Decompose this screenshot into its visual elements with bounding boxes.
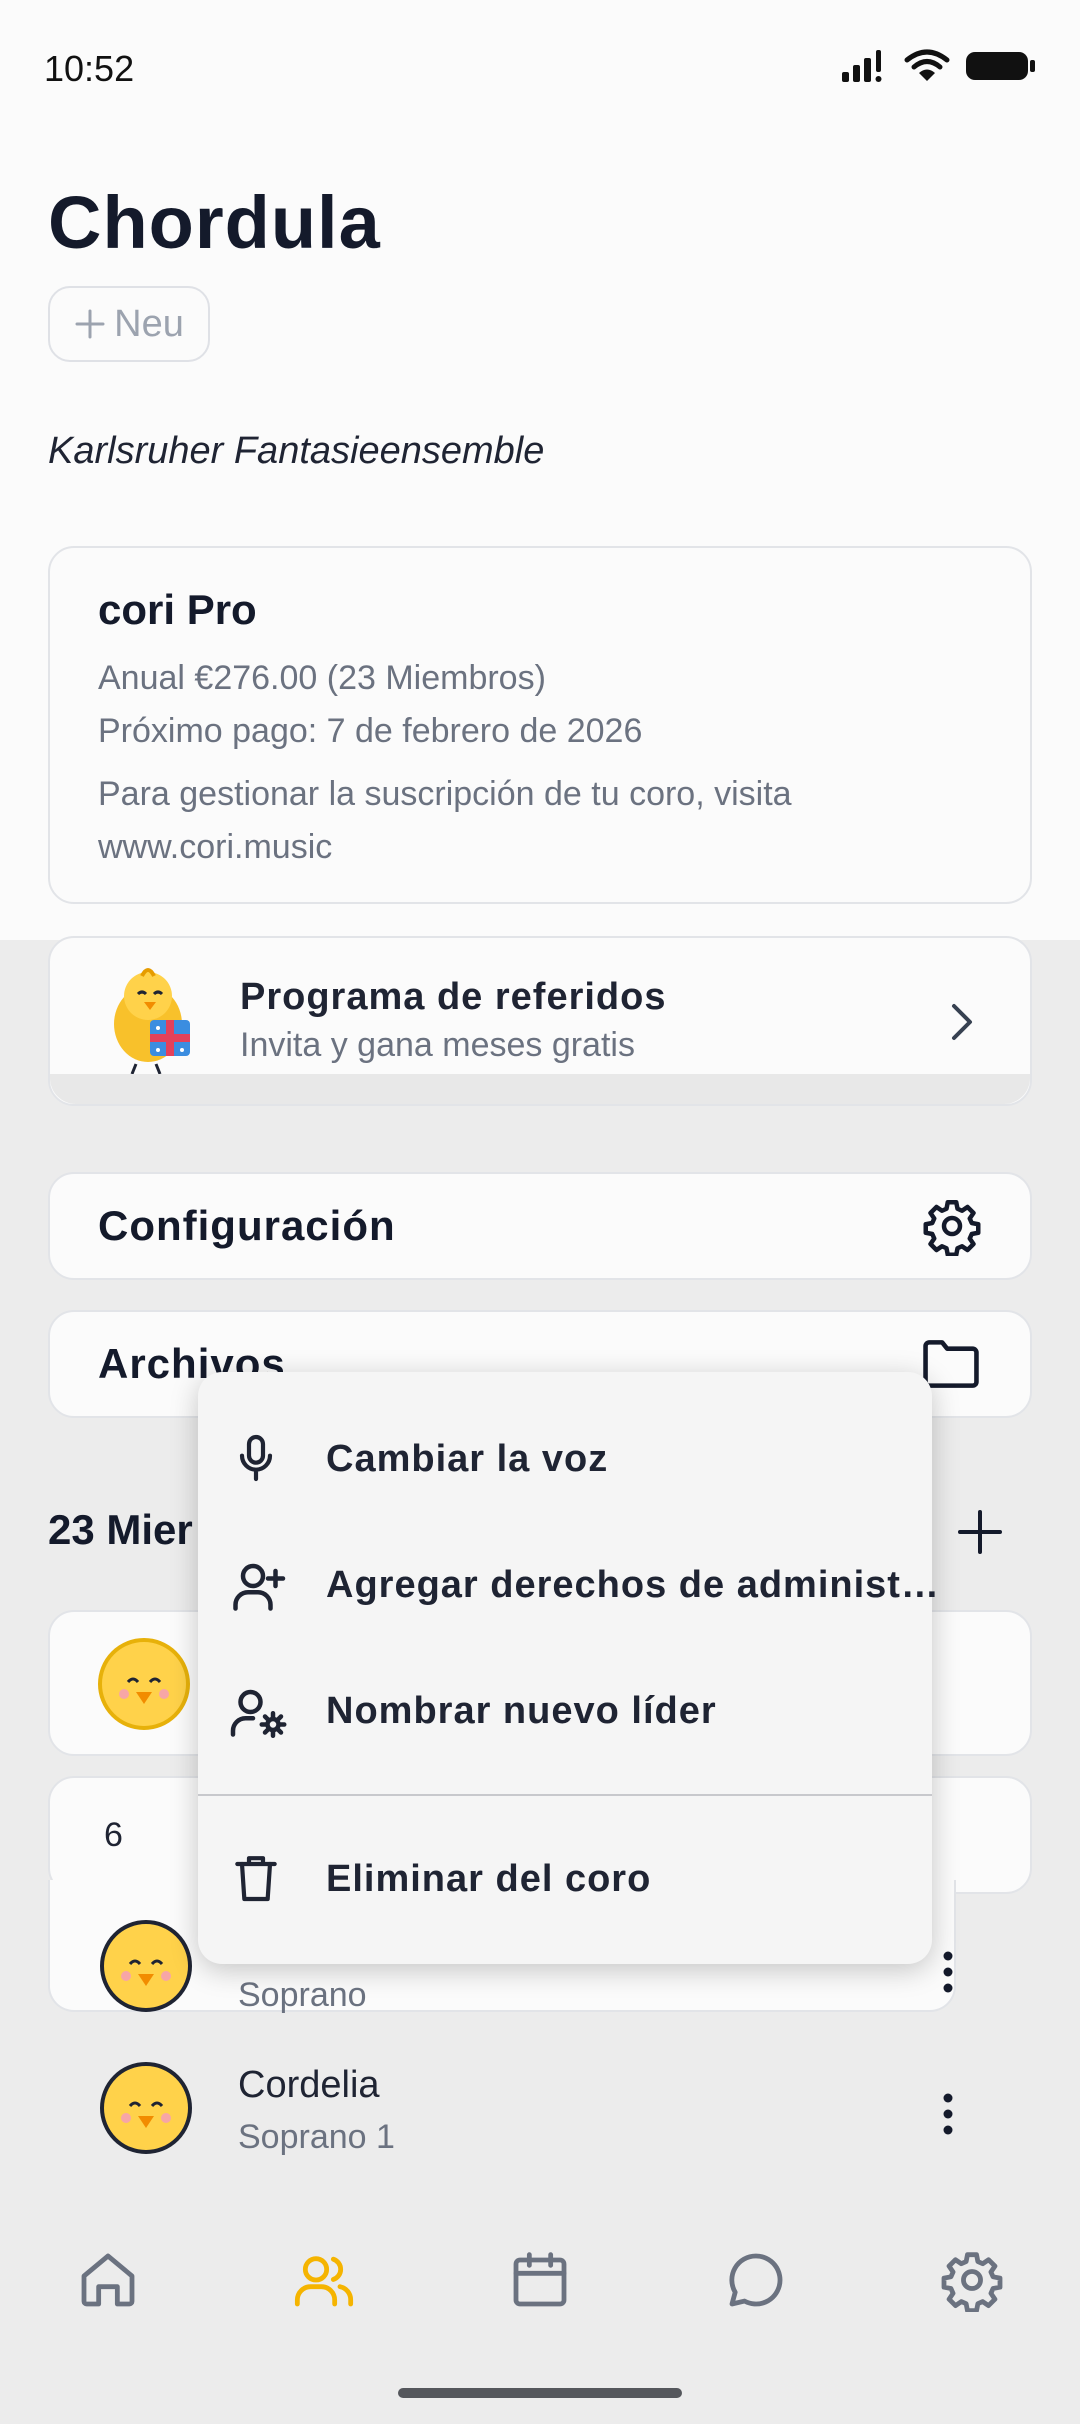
referral-title: Programa de referidos	[240, 976, 667, 1018]
referral-card-strip	[50, 1074, 1030, 1104]
avatar	[100, 1920, 192, 2012]
more-vertical-icon[interactable]	[942, 2092, 954, 2136]
subscription-next-payment: Próximo pago: 7 de febrero de 2026	[98, 712, 643, 750]
subscription-manage-url[interactable]: www.cori.music	[98, 821, 982, 874]
more-vertical-icon[interactable]	[942, 1950, 954, 1994]
menu-item-remove-from-choir[interactable]: Eliminar del coro	[198, 1824, 932, 1934]
member-name[interactable]: Cordelia	[238, 2064, 380, 2107]
duck-face-icon	[112, 2078, 180, 2146]
menu-item-new-leader[interactable]: Nombrar nuevo líder	[198, 1656, 932, 1766]
member-voice: Soprano	[238, 1976, 367, 2014]
menu-item-label: Eliminar del coro	[326, 1857, 652, 1900]
status-time: 10:52	[44, 48, 135, 89]
microphone-icon	[239, 1434, 273, 1482]
menu-item-label: Agregar derechos de administ…	[326, 1563, 940, 1606]
duck-face-icon	[110, 1654, 178, 1722]
referral-subtitle: Invita y gana meses gratis	[240, 1026, 635, 1064]
subscription-manage-text: Para gestionar la suscripción de tu coro…	[98, 775, 792, 813]
settings-row-label: Configuración	[98, 1202, 396, 1249]
page-title: Chordula	[48, 181, 381, 264]
avatar	[100, 2062, 192, 2154]
status-icons	[840, 48, 1036, 84]
subscription-card: cori Pro Anual €276.00 (23 Miembros) Pró…	[48, 546, 1032, 904]
battery-icon	[966, 52, 1035, 80]
subscription-plan: Anual €276.00 (23 Miembros)	[98, 659, 546, 697]
menu-item-change-voice[interactable]: Cambiar la voz	[198, 1404, 932, 1514]
duck-face-icon	[112, 1936, 180, 2004]
chevron-right-icon	[952, 1004, 972, 1040]
member-context-menu: Cambiar la voz Agregar derechos de admin…	[198, 1372, 939, 1964]
trash-icon	[235, 1856, 277, 1902]
user-gear-icon	[230, 1689, 287, 1738]
menu-item-label: Cambiar la voz	[326, 1437, 609, 1480]
folder-icon	[923, 1340, 979, 1388]
settings-row[interactable]: Configuración	[48, 1172, 1032, 1280]
menu-divider	[198, 1794, 932, 1796]
home-indicator[interactable]	[398, 2388, 682, 2398]
section-count: 6	[104, 1816, 123, 1854]
bottom-tab-bar	[0, 2226, 1080, 2346]
members-header: 23 Mier	[48, 1506, 193, 1553]
users-icon[interactable]	[292, 2248, 356, 2312]
referral-card[interactable]: Programa de referidos Invita y gana mese…	[48, 936, 1032, 1106]
plus-icon	[75, 309, 105, 339]
add-member-icon[interactable]	[956, 1508, 1004, 1556]
signal-icon	[842, 50, 882, 82]
calendar-icon[interactable]	[508, 2248, 572, 2312]
gear-icon	[923, 1200, 981, 1256]
home-icon[interactable]	[76, 2248, 140, 2312]
wifi-icon	[904, 49, 950, 81]
subscription-title: cori Pro	[98, 586, 257, 633]
member-voice: Soprano 1	[238, 2118, 395, 2156]
avatar	[98, 1638, 190, 1730]
user-plus-icon	[233, 1563, 286, 1611]
menu-item-label: Nombrar nuevo líder	[326, 1689, 717, 1732]
new-button-label: Neu	[114, 302, 184, 345]
menu-item-add-admin[interactable]: Agregar derechos de administ…	[198, 1530, 939, 1640]
choir-name: Karlsruher Fantasieensemble	[48, 430, 545, 472]
mascot-gift-icon	[114, 968, 190, 1075]
status-bar: 10:52	[0, 0, 1080, 140]
chat-icon[interactable]	[724, 2248, 788, 2312]
new-button[interactable]: Neu	[48, 286, 210, 362]
gear-icon[interactable]	[940, 2248, 1004, 2312]
